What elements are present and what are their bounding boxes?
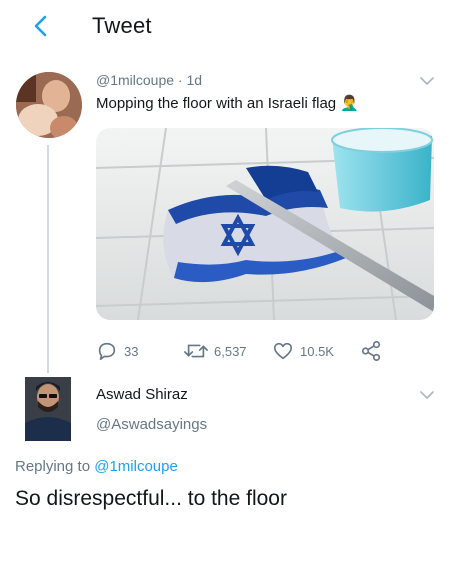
like-action[interactable]: 10.5K <box>272 340 334 362</box>
meta-separator: · <box>174 72 187 88</box>
like-count: 10.5K <box>300 343 334 359</box>
author-handle[interactable]: @1milcoupe <box>96 72 174 88</box>
back-arrow-icon[interactable] <box>28 12 56 40</box>
reply-avatar[interactable] <box>25 377 71 441</box>
page-title: Tweet <box>92 13 152 38</box>
retweet-action[interactable]: 6,537 <box>184 340 247 362</box>
tweet-media-image[interactable] <box>96 128 434 320</box>
replying-to-mention[interactable]: @1milcoupe <box>94 458 178 475</box>
tweet-author-line: @1milcoupe · 1d <box>96 72 202 88</box>
reply-text: So disrespectful... to the floor <box>15 487 287 510</box>
reply-avatar-photo <box>25 377 71 441</box>
facepalm-emoji: 🤦‍♂️ <box>340 95 359 112</box>
share-icon <box>361 341 381 361</box>
thread-connector-line <box>47 145 49 373</box>
tweet-text: Mopping the floor with an Israeli flag 🤦… <box>96 94 359 112</box>
retweet-count: 6,537 <box>214 343 247 359</box>
avatar-photo <box>16 72 82 138</box>
tweet-actions: 33 6,537 10.5K <box>96 340 396 364</box>
mop-flag-photo <box>96 128 434 320</box>
share-action[interactable] <box>360 340 382 362</box>
replying-to-line: Replying to @1milcoupe <box>15 458 178 475</box>
reply-author-name[interactable]: Aswad Shiraz <box>96 386 188 403</box>
tweet-body: Mopping the floor with an Israeli flag <box>96 95 337 112</box>
replying-to-label: Replying to <box>15 458 95 475</box>
reply-author-handle[interactable]: @Aswadsayings <box>96 416 207 433</box>
reply-icon <box>98 342 116 361</box>
avatar[interactable] <box>16 72 82 138</box>
chevron-down-icon[interactable] <box>420 390 434 400</box>
reply-count: 33 <box>124 343 139 359</box>
heart-icon <box>273 342 293 360</box>
retweet-icon <box>184 344 208 358</box>
chevron-down-icon[interactable] <box>420 76 434 86</box>
tweet-time[interactable]: 1d <box>186 72 202 88</box>
reply-action[interactable]: 33 <box>96 340 138 362</box>
